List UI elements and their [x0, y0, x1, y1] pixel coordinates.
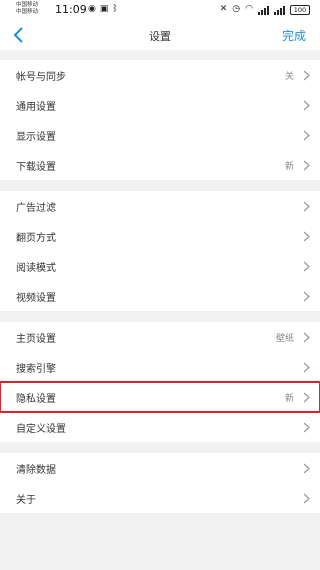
gallery-icon: ▣ [99, 4, 109, 14]
battery-icon: 100 [290, 4, 310, 15]
alarm-icon: ◷ [232, 4, 241, 14]
row-label: 关于 [16, 494, 36, 506]
nav-bar: 设置 完成 [0, 20, 320, 50]
wifi-icon: ◠ [245, 4, 253, 14]
row-label: 搜索引擎 [16, 363, 56, 375]
settings-group-account: 帐号与同步 关 通用设置 显示设置 下载设置 新 [0, 60, 320, 180]
chevron-right-icon [303, 160, 310, 171]
settings-row-download[interactable]: 下载设置 新 [0, 150, 320, 180]
settings-row-custom[interactable]: 自定义设置 [0, 412, 320, 442]
row-label: 主页设置 [16, 333, 56, 345]
row-label: 自定义设置 [16, 423, 66, 435]
carrier-label-1: 中国移动 [16, 2, 39, 8]
chevron-right-icon [303, 261, 310, 272]
row-value: 新 [284, 161, 294, 172]
status-bar: 中国移动 中国移动 11:09 ◉ ▣ ᛒ ✕ ◷ ◠ 100 [0, 0, 320, 20]
carrier-info: 中国移动 中国移动 [16, 2, 38, 16]
row-label: 视频设置 [16, 292, 56, 304]
row-label: 广告过滤 [16, 202, 56, 214]
chevron-right-icon [303, 231, 310, 242]
row-value: 新 [284, 393, 294, 404]
chevron-right-icon [303, 392, 310, 403]
done-button[interactable]: 完成 [282, 27, 306, 44]
row-value: 关 [284, 71, 294, 82]
row-label: 显示设置 [16, 131, 56, 143]
settings-group-home: 主页设置 壁纸 搜索引擎 隐私设置 新 自定义设置 [0, 322, 320, 442]
bluetooth-icon: ᛒ [112, 4, 118, 14]
chevron-right-icon [303, 362, 310, 373]
status-icons-right: ✕ ◷ ◠ 100 [220, 4, 310, 15]
settings-row-general[interactable]: 通用设置 [0, 90, 320, 120]
settings-row-page-turn[interactable]: 翻页方式 [0, 221, 320, 251]
signal-icon [258, 5, 269, 15]
row-label: 帐号与同步 [16, 71, 66, 83]
settings-row-clear-data[interactable]: 清除数据 [0, 453, 320, 483]
settings-row-display[interactable]: 显示设置 [0, 120, 320, 150]
settings-row-about[interactable]: 关于 [0, 483, 320, 513]
row-label: 清除数据 [16, 464, 56, 476]
chevron-right-icon [303, 332, 310, 343]
settings-group-misc: 清除数据 关于 [0, 453, 320, 513]
status-icons-left: ◉ ▣ ᛒ [88, 4, 118, 15]
carrier-label-2: 中国移动 [16, 9, 39, 15]
chevron-right-icon [303, 463, 310, 474]
mute-icon: ✕ [219, 4, 228, 14]
settings-group-reading: 广告过滤 翻页方式 阅读模式 视频设置 [0, 191, 320, 311]
row-label: 隐私设置 [16, 393, 56, 405]
status-time: 11:09 [55, 3, 87, 16]
signal-icon-2 [274, 5, 285, 15]
chevron-right-icon [303, 201, 310, 212]
row-label: 阅读模式 [16, 262, 56, 274]
page-title: 设置 [149, 30, 171, 43]
settings-row-privacy[interactable]: 隐私设置 新 [0, 381, 320, 413]
settings-row-reading-mode[interactable]: 阅读模式 [0, 251, 320, 281]
settings-row-video[interactable]: 视频设置 [0, 281, 320, 311]
row-label: 通用设置 [16, 101, 56, 113]
settings-row-homepage[interactable]: 主页设置 壁纸 [0, 322, 320, 352]
chevron-right-icon [303, 493, 310, 504]
chevron-right-icon [303, 422, 310, 433]
chevron-right-icon [303, 291, 310, 302]
row-value: 壁纸 [275, 333, 294, 344]
settings-row-account-sync[interactable]: 帐号与同步 关 [0, 60, 320, 90]
row-label: 下载设置 [16, 161, 56, 173]
row-label: 翻页方式 [16, 232, 56, 244]
settings-row-search-engine[interactable]: 搜索引擎 [0, 352, 320, 382]
chevron-right-icon [303, 130, 310, 141]
eye-icon: ◉ [88, 4, 96, 14]
chevron-right-icon [303, 70, 310, 81]
chevron-right-icon [303, 100, 310, 111]
settings-row-ad-filter[interactable]: 广告过滤 [0, 191, 320, 221]
